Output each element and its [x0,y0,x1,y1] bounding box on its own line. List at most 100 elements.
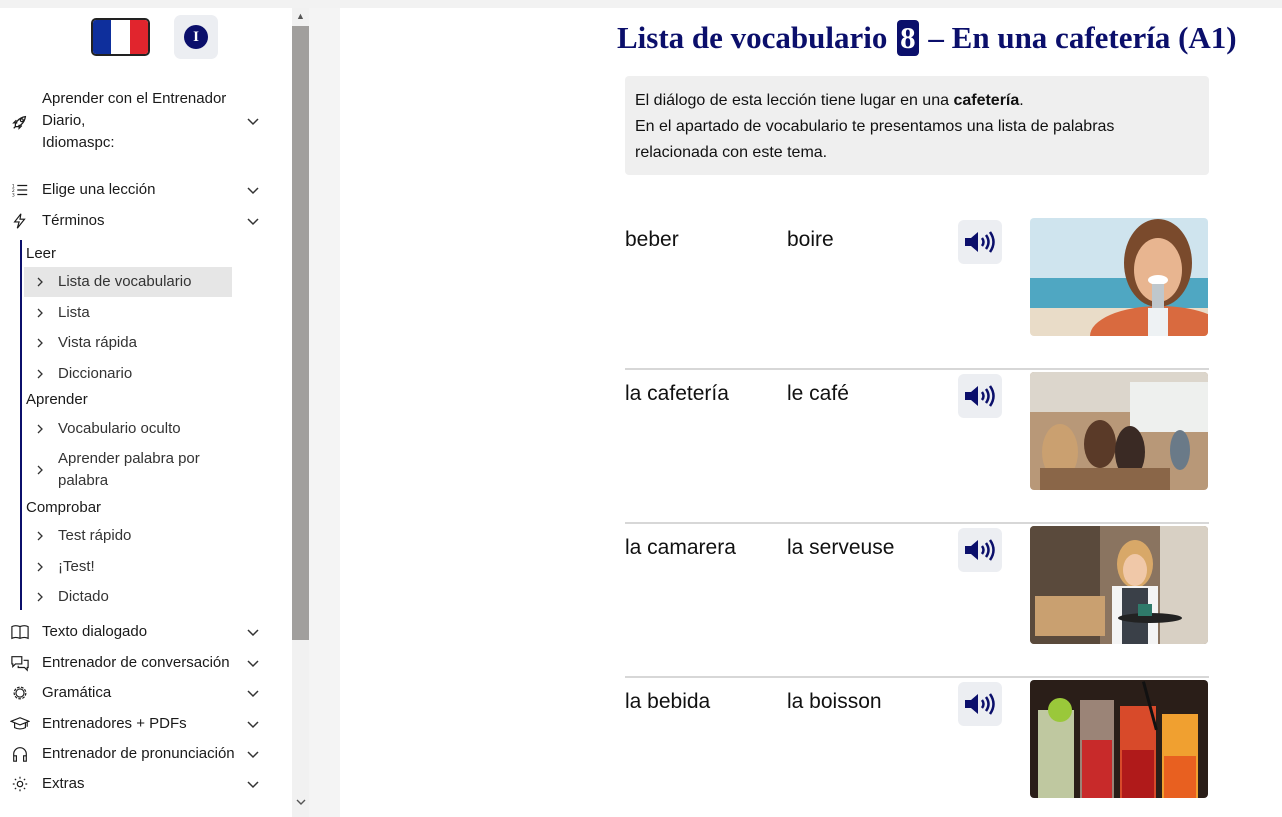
rocket-icon [10,112,30,132]
vocab-french: le café [787,382,849,405]
scroll-up-icon[interactable]: ▲ [292,8,309,24]
subitem-lista-de-vocabulario[interactable]: Lista de vocabulario [24,267,232,297]
chevron-right-icon [37,308,43,318]
vocab-image-waitress [1030,526,1208,644]
subitem-vista-rapida[interactable]: Vista rápida [24,332,232,354]
nav-item-label: Entrenadores + PDFs [42,715,187,732]
subitem-label: Lista de vocabulario [58,273,192,290]
main-content: Lista de vocabulario 8 – En una cafeterí… [340,8,1282,817]
subitem-label: ¡Test! [58,558,95,575]
nav-item-elige-leccion[interactable]: 123 Elige una lección [0,179,292,201]
nav-item-label: Entrenador de pronunciación [42,745,235,762]
sidebar: I Aprender con el Entrenador Diario, Idi… [0,8,292,817]
nav-item-label: Términos [42,212,105,229]
chevron-down-icon [247,187,259,195]
chevron-down-icon [247,629,259,637]
vocab-spanish: la cafetería [625,382,729,405]
svg-text:3: 3 [12,192,15,198]
vocab-image-drinking [1030,218,1208,336]
chevron-down-icon [247,660,259,668]
subitem-dictado[interactable]: Dictado [24,586,232,608]
nav-item-label: Gramática [42,684,112,701]
vocab-row: la camarera la serveuse [625,524,1209,678]
vocab-row: beber boire [625,216,1209,370]
list-icon: 123 [10,180,30,200]
subitem-label: Aprender palabra por palabra [58,450,200,489]
sidebar-scrollbar[interactable]: ▲ [292,8,309,817]
intro-box: El diálogo de esta lección tiene lugar e… [625,76,1209,175]
subitem-diccionario[interactable]: Diccionario [24,363,232,385]
submenu-indicator [20,240,22,610]
nav-item-label: Extras [42,775,85,792]
vocab-spanish: la camarera [625,536,736,559]
subitem-test-rapido[interactable]: Test rápido [24,525,232,547]
chevron-right-icon [37,562,43,572]
vocab-image-cafeteria [1030,372,1208,490]
chevron-down-icon [247,781,259,789]
chevron-right-icon [37,465,43,475]
subitem-aprender-palabra[interactable]: Aprender palabra por palabra [24,448,232,492]
book-icon [10,622,30,642]
chevron-down-icon [247,751,259,759]
nav-item-texto-dialogado[interactable]: Texto dialogado [0,621,292,643]
speaker-icon [965,693,995,715]
subgroup-heading-comprobar: Comprobar [26,499,102,516]
subitem-lista[interactable]: Lista [24,302,232,324]
nav-item-entrenador-conversacion[interactable]: Entrenador de conversación [0,652,292,674]
chat-icon [10,653,30,673]
vocab-row: la bebida la boisson [625,678,1209,817]
vocab-french: la boisson [787,690,882,713]
nav-item-terminos[interactable]: Términos [0,210,292,232]
chevron-right-icon [37,369,43,379]
nav-item-label: Texto dialogado [42,623,148,640]
scroll-down-icon[interactable] [292,795,309,811]
info-icon: I [184,25,208,49]
vocab-spanish: la bebida [625,690,711,713]
subitem-vocabulario-oculto[interactable]: Vocabulario oculto [24,418,232,440]
vocab-french: boire [787,228,834,251]
chevron-down-icon [247,690,259,698]
subitem-label: Test rápido [58,527,132,544]
scroll-thumb[interactable] [292,26,309,640]
chevron-down-icon [247,218,259,226]
nav-item-entrenador-pronunciacion[interactable]: Entrenador de pronunciación [0,743,292,765]
intro-line-1: El diálogo de esta lección tiene lugar e… [635,92,1024,109]
subitem-label: Vocabulario oculto [58,420,181,437]
vocab-image-drinks [1030,680,1208,798]
vocab-spanish: beber [625,228,679,251]
chevron-right-icon [37,338,43,348]
vocab-french: la serveuse [787,536,895,559]
info-button[interactable]: I [174,15,218,59]
nav-item-label: Entrenador de conversación [42,654,230,671]
french-flag-button[interactable] [91,18,150,56]
divider [309,8,340,817]
nav-item-label: Elige una lección [42,181,156,198]
subgroup-heading-aprender: Aprender [26,391,88,408]
play-audio-button[interactable] [958,528,1002,572]
gear-cog-icon [10,683,30,703]
speaker-icon [965,385,995,407]
chevron-right-icon [37,277,43,287]
speaker-icon [965,539,995,561]
graduation-cap-icon [10,714,30,734]
settings-icon [10,774,30,794]
intro-line-2: En el apartado de vocabulario te present… [635,118,1115,161]
nav-item-gramatica[interactable]: Gramática [0,682,292,704]
chevron-down-icon [247,721,259,729]
play-audio-button[interactable] [958,682,1002,726]
nav-item-extras[interactable]: Extras [0,773,292,795]
subitem-test[interactable]: ¡Test! [24,556,232,578]
vocab-row: la cafetería le café [625,370,1209,524]
subgroup-heading-leer: Leer [26,245,57,262]
play-audio-button[interactable] [958,374,1002,418]
headphones-icon [10,744,30,764]
speaker-icon [965,231,995,253]
play-audio-button[interactable] [958,220,1002,264]
nav-item-diario[interactable]: Aprender con el Entrenador Diario, Idiom… [0,88,292,154]
chevron-right-icon [37,424,43,434]
chevron-right-icon [37,531,43,541]
nav-item-entrenadores-pdfs[interactable]: Entrenadores + PDFs [0,713,292,735]
nav-item-diario-label: Aprender con el Entrenador Diario, Idiom… [42,90,227,151]
subitem-label: Dictado [58,588,109,605]
chevron-right-icon [37,592,43,602]
